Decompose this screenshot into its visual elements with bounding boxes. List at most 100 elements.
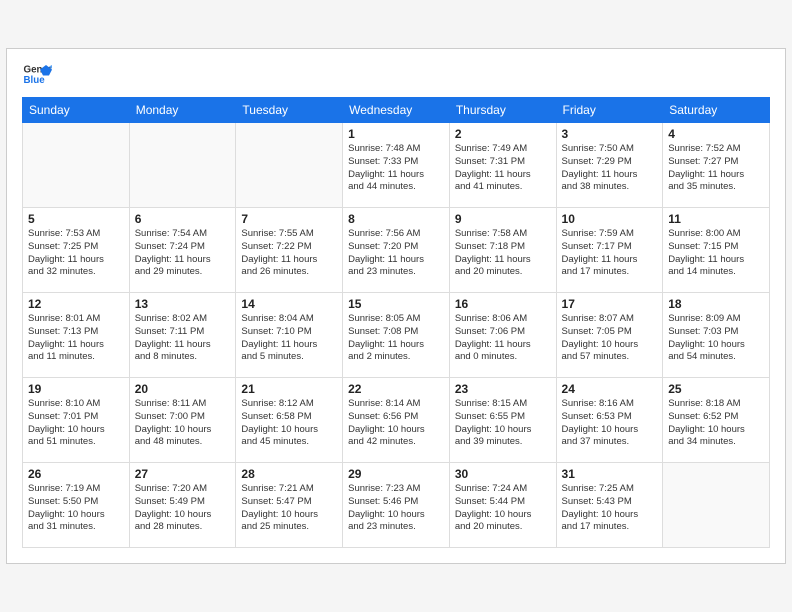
calendar-cell: 12 Sunrise: 8:01 AM Sunset: 7:13 PM Dayli… xyxy=(23,293,130,378)
week-row-2: 5 Sunrise: 7:53 AM Sunset: 7:25 PM Daylig… xyxy=(23,208,770,293)
day-info: Sunrise: 7:55 AM Sunset: 7:22 PM Dayligh… xyxy=(241,228,337,279)
weekday-header-thursday: Thursday xyxy=(449,98,556,123)
calendar-cell: 24Sunrise: 8:16 AM Sunset: 6:53 PM Dayli… xyxy=(556,378,663,463)
weekday-header-saturday: Saturday xyxy=(663,98,770,123)
calendar-cell: 16 Sunrise: 8:06 AM Sunset: 7:06 PM Dayli… xyxy=(449,293,556,378)
logo-area: General Blue xyxy=(22,59,52,89)
calendar-cell: 8Sunrise: 7:56 AM Sunset: 7:20 PM Daylig… xyxy=(343,208,450,293)
day-number: 22 xyxy=(348,382,444,396)
day-number: 15 xyxy=(348,297,444,311)
calendar-cell: 23Sunrise: 8:15 AM Sunset: 6:55 PM Dayli… xyxy=(449,378,556,463)
calendar-cell: 28 Sunrise: 7:21 AM Sunset: 5:47 PM Dayli… xyxy=(236,463,343,548)
calendar-cell: 7 Sunrise: 7:55 AM Sunset: 7:22 PM Daylig… xyxy=(236,208,343,293)
day-info: Sunrise: 7:23 AM Sunset: 5:46 PM Dayligh… xyxy=(348,483,444,534)
day-number: 7 xyxy=(241,212,337,226)
calendar-cell: 30 Sunrise: 7:24 AM Sunset: 5:44 PM Dayli… xyxy=(449,463,556,548)
day-info: Sunrise: 7:54 AM Sunset: 7:24 PM Dayligh… xyxy=(135,228,231,279)
day-info: Sunrise: 8:07 AM Sunset: 7:05 PM Dayligh… xyxy=(562,313,658,364)
day-info: Sunrise: 7:50 AM Sunset: 7:29 PM Dayligh… xyxy=(562,143,658,194)
day-info: Sunrise: 8:18 AM Sunset: 6:52 PM Dayligh… xyxy=(668,398,764,449)
calendar-cell: 10Sunrise: 7:59 AM Sunset: 7:17 PM Dayli… xyxy=(556,208,663,293)
day-number: 24 xyxy=(562,382,658,396)
day-info: Sunrise: 8:14 AM Sunset: 6:56 PM Dayligh… xyxy=(348,398,444,449)
calendar-cell xyxy=(236,123,343,208)
calendar-cell: 27 Sunrise: 7:20 AM Sunset: 5:49 PM Dayli… xyxy=(129,463,236,548)
calendar-cell: 4 Sunrise: 7:52 AM Sunset: 7:27 PM Daylig… xyxy=(663,123,770,208)
day-info: Sunrise: 8:05 AM Sunset: 7:08 PM Dayligh… xyxy=(348,313,444,364)
calendar-cell xyxy=(663,463,770,548)
calendar-cell: 15 Sunrise: 8:05 AM Sunset: 7:08 PM Dayli… xyxy=(343,293,450,378)
day-number: 28 xyxy=(241,467,337,481)
day-number: 11 xyxy=(668,212,764,226)
day-info: Sunrise: 8:12 AM Sunset: 6:58 PM Dayligh… xyxy=(241,398,337,449)
calendar-cell: 20Sunrise: 8:11 AM Sunset: 7:00 PM Dayli… xyxy=(129,378,236,463)
day-number: 2 xyxy=(455,127,551,141)
calendar-container: General Blue SundayMondayTuesdayWednesda… xyxy=(6,48,786,564)
weekday-header-friday: Friday xyxy=(556,98,663,123)
day-info: Sunrise: 8:04 AM Sunset: 7:10 PM Dayligh… xyxy=(241,313,337,364)
day-number: 16 xyxy=(455,297,551,311)
calendar-cell: 22 Sunrise: 8:14 AM Sunset: 6:56 PM Dayli… xyxy=(343,378,450,463)
day-info: Sunrise: 7:53 AM Sunset: 7:25 PM Dayligh… xyxy=(28,228,124,279)
calendar-grid: SundayMondayTuesdayWednesdayThursdayFrid… xyxy=(22,97,770,548)
header-section: General Blue xyxy=(22,59,770,89)
day-number: 13 xyxy=(135,297,231,311)
svg-text:Blue: Blue xyxy=(24,75,46,86)
calendar-cell: 9 Sunrise: 7:58 AM Sunset: 7:18 PM Daylig… xyxy=(449,208,556,293)
day-number: 29 xyxy=(348,467,444,481)
day-number: 3 xyxy=(562,127,658,141)
day-number: 8 xyxy=(348,212,444,226)
day-number: 21 xyxy=(241,382,337,396)
day-info: Sunrise: 8:06 AM Sunset: 7:06 PM Dayligh… xyxy=(455,313,551,364)
day-info: Sunrise: 7:58 AM Sunset: 7:18 PM Dayligh… xyxy=(455,228,551,279)
day-number: 10 xyxy=(562,212,658,226)
day-number: 23 xyxy=(455,382,551,396)
day-info: Sunrise: 7:21 AM Sunset: 5:47 PM Dayligh… xyxy=(241,483,337,534)
day-number: 4 xyxy=(668,127,764,141)
calendar-cell: 3 Sunrise: 7:50 AM Sunset: 7:29 PM Daylig… xyxy=(556,123,663,208)
day-number: 5 xyxy=(28,212,124,226)
day-info: Sunrise: 7:49 AM Sunset: 7:31 PM Dayligh… xyxy=(455,143,551,194)
day-number: 12 xyxy=(28,297,124,311)
generalblue-logo-icon: General Blue xyxy=(22,59,52,89)
calendar-cell: 13 Sunrise: 8:02 AM Sunset: 7:11 PM Dayli… xyxy=(129,293,236,378)
calendar-cell xyxy=(23,123,130,208)
day-info: Sunrise: 8:09 AM Sunset: 7:03 PM Dayligh… xyxy=(668,313,764,364)
calendar-cell: 11 Sunrise: 8:00 AM Sunset: 7:15 PM Dayli… xyxy=(663,208,770,293)
day-info: Sunrise: 7:19 AM Sunset: 5:50 PM Dayligh… xyxy=(28,483,124,534)
week-row-3: 12 Sunrise: 8:01 AM Sunset: 7:13 PM Dayli… xyxy=(23,293,770,378)
weekday-header-tuesday: Tuesday xyxy=(236,98,343,123)
week-row-1: 1 Sunrise: 7:48 AM Sunset: 7:33 PM Daylig… xyxy=(23,123,770,208)
day-info: Sunrise: 7:48 AM Sunset: 7:33 PM Dayligh… xyxy=(348,143,444,194)
weekday-header-row: SundayMondayTuesdayWednesdayThursdayFrid… xyxy=(23,98,770,123)
day-info: Sunrise: 7:20 AM Sunset: 5:49 PM Dayligh… xyxy=(135,483,231,534)
day-number: 9 xyxy=(455,212,551,226)
day-info: Sunrise: 8:00 AM Sunset: 7:15 PM Dayligh… xyxy=(668,228,764,279)
day-number: 31 xyxy=(562,467,658,481)
day-number: 19 xyxy=(28,382,124,396)
calendar-cell xyxy=(129,123,236,208)
day-number: 1 xyxy=(348,127,444,141)
day-info: Sunrise: 8:01 AM Sunset: 7:13 PM Dayligh… xyxy=(28,313,124,364)
week-row-4: 19Sunrise: 8:10 AM Sunset: 7:01 PM Dayli… xyxy=(23,378,770,463)
calendar-cell: 31 Sunrise: 7:25 AM Sunset: 5:43 PM Dayli… xyxy=(556,463,663,548)
calendar-cell: 17Sunrise: 8:07 AM Sunset: 7:05 PM Dayli… xyxy=(556,293,663,378)
calendar-cell: 19Sunrise: 8:10 AM Sunset: 7:01 PM Dayli… xyxy=(23,378,130,463)
calendar-cell: 5 Sunrise: 7:53 AM Sunset: 7:25 PM Daylig… xyxy=(23,208,130,293)
day-info: Sunrise: 8:02 AM Sunset: 7:11 PM Dayligh… xyxy=(135,313,231,364)
day-number: 18 xyxy=(668,297,764,311)
calendar-cell: 2 Sunrise: 7:49 AM Sunset: 7:31 PM Daylig… xyxy=(449,123,556,208)
day-number: 14 xyxy=(241,297,337,311)
calendar-cell: 18 Sunrise: 8:09 AM Sunset: 7:03 PM Dayli… xyxy=(663,293,770,378)
day-info: Sunrise: 8:11 AM Sunset: 7:00 PM Dayligh… xyxy=(135,398,231,449)
day-info: Sunrise: 7:52 AM Sunset: 7:27 PM Dayligh… xyxy=(668,143,764,194)
calendar-cell: 25Sunrise: 8:18 AM Sunset: 6:52 PM Dayli… xyxy=(663,378,770,463)
calendar-cell: 21 Sunrise: 8:12 AM Sunset: 6:58 PM Dayli… xyxy=(236,378,343,463)
day-info: Sunrise: 7:24 AM Sunset: 5:44 PM Dayligh… xyxy=(455,483,551,534)
day-info: Sunrise: 7:25 AM Sunset: 5:43 PM Dayligh… xyxy=(562,483,658,534)
calendar-cell: 29 Sunrise: 7:23 AM Sunset: 5:46 PM Dayli… xyxy=(343,463,450,548)
day-number: 27 xyxy=(135,467,231,481)
calendar-cell: 14 Sunrise: 8:04 AM Sunset: 7:10 PM Dayli… xyxy=(236,293,343,378)
weekday-header-wednesday: Wednesday xyxy=(343,98,450,123)
day-number: 30 xyxy=(455,467,551,481)
